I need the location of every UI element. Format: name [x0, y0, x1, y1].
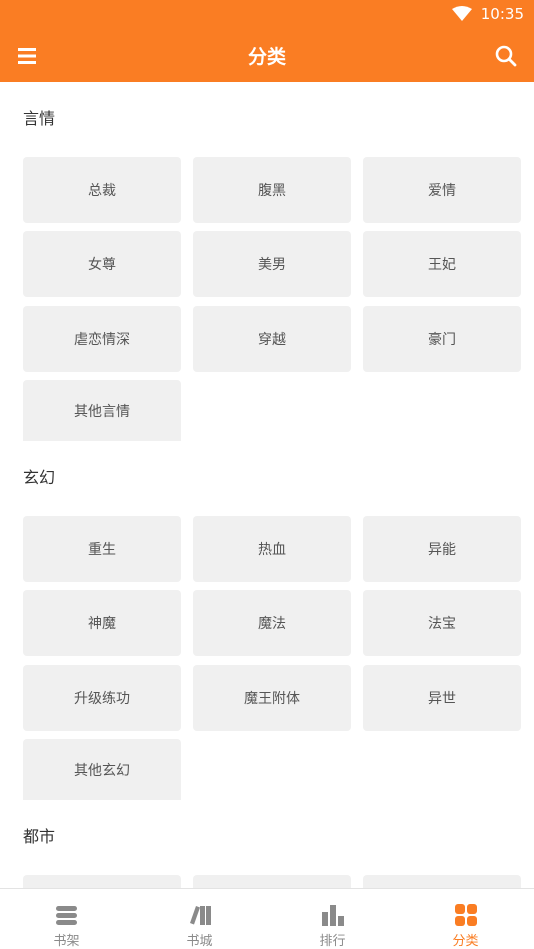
ranking-icon: [322, 905, 344, 926]
category-tag[interactable]: 重生: [23, 516, 181, 582]
status-time: 10:35: [480, 5, 524, 23]
nav-label: 书架: [53, 934, 80, 949]
category-list[interactable]: 言情 总裁 腹黑 爱情 女尊 美男 王妃 虐恋情深 穿越 豪门 其他言情 玄幻 …: [0, 82, 534, 888]
category-tag[interactable]: [193, 875, 351, 888]
category-tag[interactable]: 虐恋情深: [23, 306, 181, 372]
category-tag[interactable]: [363, 875, 521, 888]
bookstore-icon: [190, 906, 211, 925]
category-tag[interactable]: 爱情: [363, 157, 521, 223]
category-tag[interactable]: 豪门: [363, 306, 521, 372]
category-tag[interactable]: 女尊: [23, 231, 181, 297]
category-tag[interactable]: 热血: [193, 516, 351, 582]
category-tag[interactable]: 总裁: [23, 157, 181, 223]
category-tag[interactable]: 腹黑: [193, 157, 351, 223]
nav-label: 分类: [452, 934, 479, 949]
page-title: 分类: [247, 46, 286, 68]
wifi-icon: [452, 6, 472, 21]
category-tag[interactable]: 其他言情: [23, 380, 181, 441]
category-tag[interactable]: 异世: [363, 665, 521, 731]
category-tag[interactable]: 神魔: [23, 590, 181, 656]
section-title-fantasy: 玄幻: [23, 468, 56, 487]
app-screen: 10:35 分类 言情 总裁 腹黑 爱情 女尊 美男 王妃 虐恋情深 穿越 豪门…: [0, 0, 534, 949]
section-title-urban: 都市: [23, 827, 56, 846]
category-tag[interactable]: 美男: [193, 231, 351, 297]
tag-grid-romance: 总裁 腹黑 爱情 女尊 美男 王妃 虐恋情深 穿越 豪门 其他言情: [23, 157, 521, 441]
category-tag[interactable]: 法宝: [363, 590, 521, 656]
nav-label: 排行: [319, 934, 346, 949]
bottom-navigation: 书架 书城 排行 分类: [0, 888, 534, 949]
category-tag[interactable]: 其他玄幻: [23, 739, 181, 800]
nav-category[interactable]: 分类: [399, 889, 532, 949]
app-header: 分类: [0, 30, 534, 82]
search-icon[interactable]: [492, 42, 520, 70]
category-tag[interactable]: 穿越: [193, 306, 351, 372]
nav-bookshelf[interactable]: 书架: [0, 889, 133, 949]
bookshelf-icon: [56, 906, 77, 925]
nav-ranking[interactable]: 排行: [266, 889, 399, 949]
category-tag[interactable]: 异能: [363, 516, 521, 582]
tag-grid-urban: [23, 875, 521, 888]
category-tag[interactable]: 升级练功: [23, 665, 181, 731]
category-tag[interactable]: 魔王附体: [193, 665, 351, 731]
nav-label: 书城: [186, 934, 213, 949]
status-bar: 10:35: [0, 0, 534, 30]
tag-grid-fantasy: 重生 热血 异能 神魔 魔法 法宝 升级练功 魔王附体 异世 其他玄幻: [23, 516, 521, 800]
category-tag[interactable]: 魔法: [193, 590, 351, 656]
nav-bookstore[interactable]: 书城: [133, 889, 266, 949]
category-tag[interactable]: 王妃: [363, 231, 521, 297]
category-tag[interactable]: [23, 875, 181, 888]
section-title-romance: 言情: [23, 109, 56, 128]
category-icon: [455, 904, 477, 926]
